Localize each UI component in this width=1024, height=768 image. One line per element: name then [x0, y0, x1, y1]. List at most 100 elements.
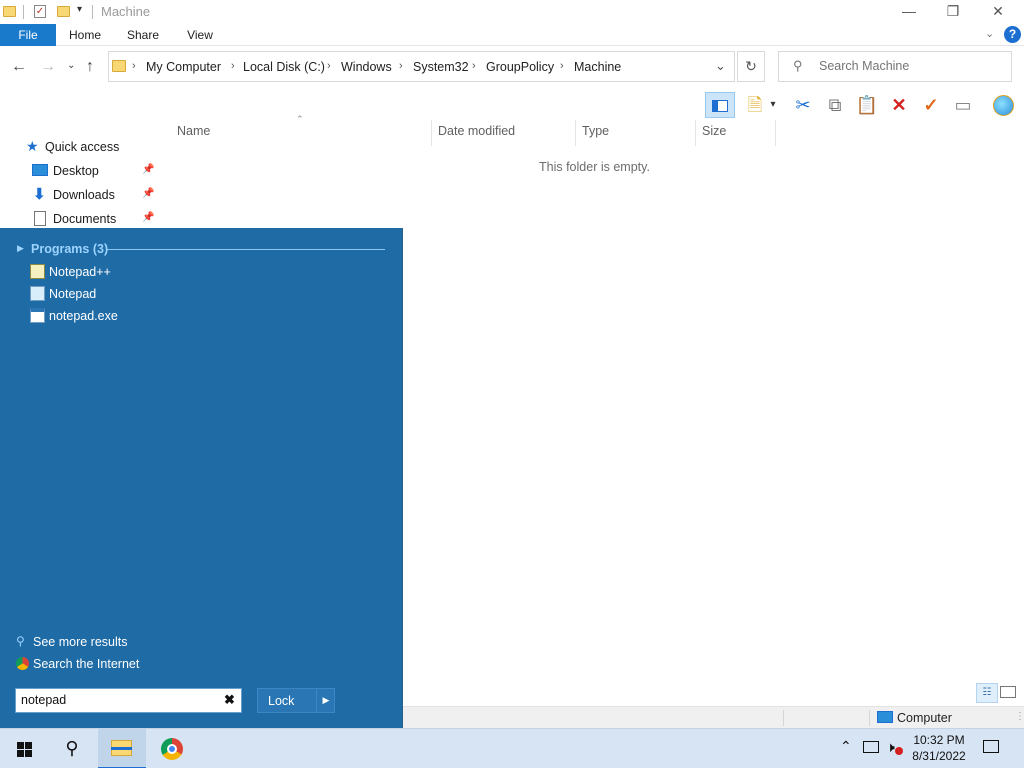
- folder-icon[interactable]: [3, 6, 16, 17]
- minimize-button[interactable]: —: [894, 2, 924, 22]
- programs-header-line: [107, 249, 385, 250]
- rename-icon[interactable]: ✓: [918, 92, 944, 118]
- empty-folder-message: This folder is empty.: [539, 160, 650, 174]
- pin-icon[interactable]: 📌: [142, 188, 154, 199]
- recent-locations-icon[interactable]: ⌄: [67, 60, 75, 71]
- close-button[interactable]: ✕: [983, 2, 1013, 22]
- status-bar: Computer ⋮: [403, 706, 1024, 728]
- maximize-button[interactable]: ❐: [938, 2, 968, 22]
- taskbar: ⚲ ⌃ 🕨: [0, 728, 1024, 768]
- clock[interactable]: 10:32 PM 8/31/2022: [904, 732, 974, 764]
- pin-icon[interactable]: 📌: [142, 164, 154, 175]
- help-icon[interactable]: ?: [1004, 26, 1021, 43]
- breadcrumb-my-computer[interactable]: My Computer: [146, 60, 221, 74]
- title-bar: ✓ ▾ Machine — ❐ ✕: [0, 0, 1024, 24]
- column-divider[interactable]: [431, 120, 432, 146]
- cut-icon[interactable]: ✂: [790, 92, 816, 118]
- breadcrumb-local-disk[interactable]: Local Disk (C:): [243, 60, 325, 74]
- tab-share[interactable]: Share: [120, 24, 166, 46]
- start-button[interactable]: [0, 729, 48, 768]
- lock-button[interactable]: Lock ▶: [257, 688, 335, 713]
- program-label: Notepad++: [49, 265, 111, 279]
- column-divider[interactable]: [695, 120, 696, 146]
- new-folder-icon[interactable]: [57, 6, 70, 17]
- nav-item-label: Quick access: [45, 140, 120, 154]
- chevron-right-icon[interactable]: ›: [327, 60, 331, 72]
- start-search-box[interactable]: ✖: [15, 688, 242, 713]
- chrome-icon[interactable]: [148, 729, 196, 768]
- up-arrow-icon[interactable]: ↑: [86, 58, 94, 76]
- lock-button-label: Lock: [268, 694, 295, 708]
- programs-header[interactable]: Programs (3): [31, 242, 108, 256]
- copy-icon[interactable]: ⧉: [822, 92, 848, 118]
- internet-globe-icon[interactable]: [990, 92, 1016, 118]
- chevron-right-icon[interactable]: ›: [472, 60, 476, 72]
- breadcrumb-system32[interactable]: System32: [413, 60, 469, 74]
- nav-item-quick-access[interactable]: ★ Quick access: [0, 136, 158, 158]
- chevron-down-icon[interactable]: ⌄: [715, 58, 726, 74]
- breadcrumb-windows[interactable]: Windows: [341, 60, 392, 74]
- breadcrumb-machine[interactable]: Machine: [574, 60, 621, 74]
- column-divider[interactable]: [575, 120, 576, 146]
- large-icons-view-icon[interactable]: [1000, 686, 1016, 698]
- new-item-icon[interactable]: 🗎: [742, 92, 768, 118]
- chevron-right-icon[interactable]: ›: [399, 60, 403, 72]
- search-icon[interactable]: ⚲: [48, 729, 96, 768]
- column-date-modified[interactable]: Date modified: [438, 124, 515, 141]
- tab-file[interactable]: File: [0, 24, 56, 46]
- downloads-icon: ⬇: [33, 186, 46, 203]
- network-icon[interactable]: [863, 741, 879, 753]
- resize-grip-icon[interactable]: ⋮: [1015, 711, 1024, 722]
- forward-arrow-icon[interactable]: →: [40, 58, 56, 76]
- notepadpp-icon: [30, 264, 45, 279]
- file-explorer-icon[interactable]: [98, 729, 146, 768]
- chevron-down-icon[interactable]: ▾: [766, 92, 780, 118]
- notifications-icon[interactable]: [983, 740, 999, 753]
- column-name[interactable]: Name: [177, 124, 210, 141]
- properties-icon[interactable]: ▭: [950, 92, 976, 118]
- address-bar[interactable]: › My Computer › Local Disk (C:) › Window…: [108, 51, 735, 82]
- nav-item-documents[interactable]: Documents 📌: [0, 208, 158, 230]
- refresh-icon[interactable]: ↻: [737, 51, 765, 82]
- clock-time: 10:32 PM: [913, 733, 965, 747]
- triangle-right-icon[interactable]: ▶: [316, 689, 335, 712]
- triangle-right-icon[interactable]: ▶: [17, 243, 24, 254]
- customize-quick-access-icon[interactable]: ▾: [77, 4, 82, 15]
- breadcrumb-grouppolicy[interactable]: GroupPolicy: [486, 60, 554, 74]
- details-view-icon[interactable]: ☷: [976, 683, 998, 703]
- search-internet-label: Search the Internet: [33, 657, 140, 671]
- paste-icon[interactable]: 📋: [854, 92, 880, 118]
- title-separator: [92, 5, 93, 19]
- preview-pane-icon[interactable]: [705, 92, 735, 118]
- toolbar: 🗎 ▾ ✂ ⧉ 📋 ✕ ✓ ▭: [700, 88, 1024, 120]
- chevron-right-icon[interactable]: ›: [560, 60, 564, 72]
- delete-icon[interactable]: ✕: [886, 92, 912, 118]
- tab-home[interactable]: Home: [62, 24, 108, 46]
- column-divider[interactable]: [775, 120, 776, 146]
- search-box[interactable]: ⚲: [778, 51, 1012, 82]
- nav-item-label: Downloads: [53, 188, 115, 202]
- computer-icon: [877, 711, 893, 723]
- program-label: Notepad: [49, 287, 97, 301]
- column-size[interactable]: Size: [702, 124, 726, 141]
- chevron-up-icon[interactable]: ⌃: [840, 738, 852, 755]
- pin-icon[interactable]: 📌: [142, 212, 154, 223]
- chevron-right-icon[interactable]: ›: [231, 60, 235, 72]
- chevron-right-icon[interactable]: ›: [132, 60, 136, 72]
- start-search-input[interactable]: [21, 693, 211, 707]
- clear-search-icon[interactable]: ✖: [224, 692, 235, 708]
- nav-item-downloads[interactable]: ⬇ Downloads 📌: [0, 184, 158, 206]
- volume-muted-icon[interactable]: 🕨: [886, 739, 895, 756]
- expand-ribbon-icon[interactable]: ⌄: [985, 27, 994, 40]
- mute-badge-icon: [895, 747, 903, 755]
- nav-item-desktop[interactable]: Desktop 📌: [0, 160, 158, 182]
- properties-icon[interactable]: ✓: [34, 5, 46, 18]
- windows-logo-icon: [17, 742, 32, 757]
- column-type[interactable]: Type: [582, 124, 609, 141]
- back-arrow-icon[interactable]: ←: [11, 58, 27, 76]
- sort-ascending-icon: ⌃: [296, 114, 304, 124]
- tab-view[interactable]: View: [178, 24, 222, 46]
- ribbon-tabs: File Home Share View ⌄ ?: [0, 24, 1024, 46]
- status-divider: [869, 710, 870, 726]
- search-input[interactable]: [819, 59, 999, 73]
